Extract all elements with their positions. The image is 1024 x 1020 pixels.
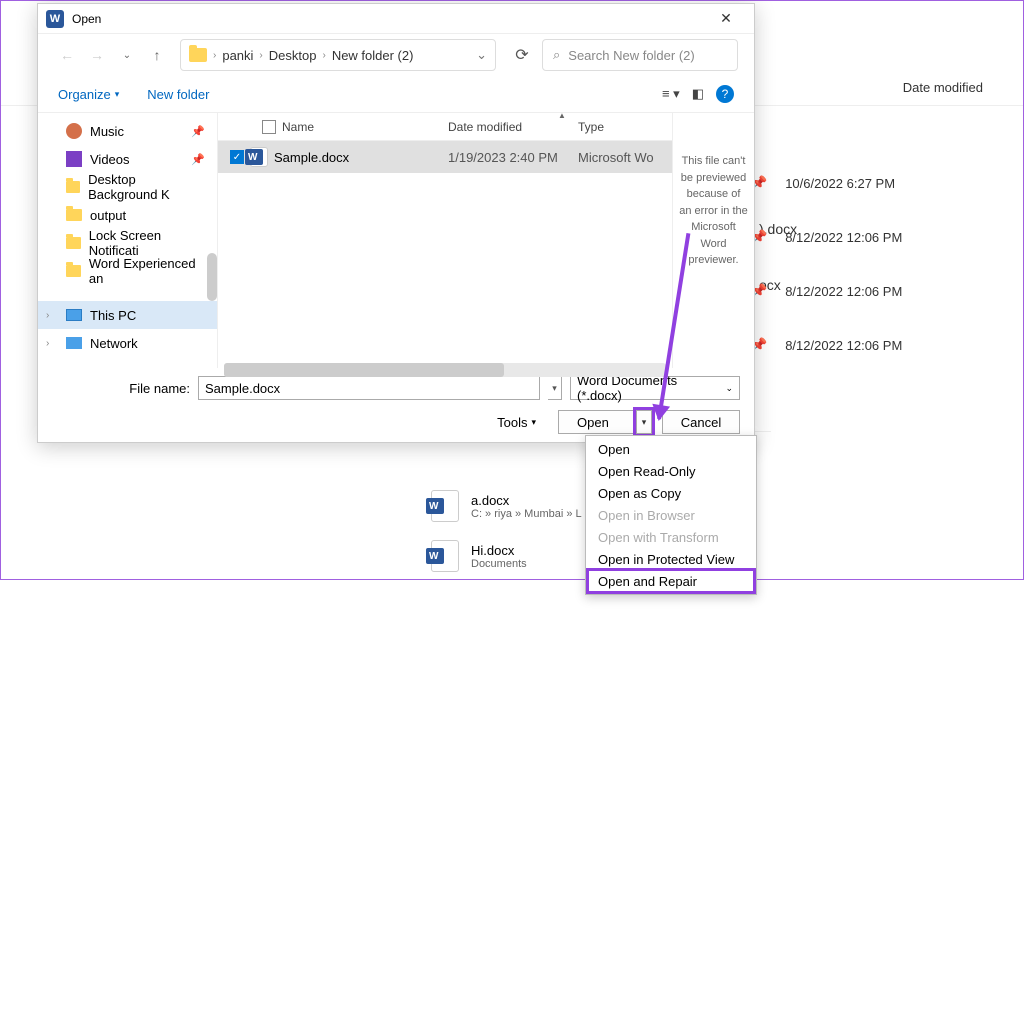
dd-open-readonly[interactable]: Open Read-Only bbox=[588, 460, 754, 482]
folder-icon bbox=[66, 181, 80, 193]
sidebar-item-folder[interactable]: Desktop Background K bbox=[38, 173, 217, 201]
dd-open[interactable]: Open bbox=[588, 438, 754, 460]
sidebar-item-videos[interactable]: Videos📌 bbox=[38, 145, 217, 173]
chevron-down-icon[interactable]: ⌄ bbox=[476, 47, 487, 63]
file-list: ▲ Name Date modified Type ✓ Sample.docx … bbox=[218, 113, 672, 368]
search-input[interactable]: ⌕ Search New folder (2) bbox=[542, 39, 738, 71]
select-all-checkbox[interactable] bbox=[262, 120, 276, 134]
cancel-button[interactable]: Cancel bbox=[662, 410, 740, 434]
video-icon bbox=[66, 151, 82, 167]
back-button[interactable]: ← bbox=[54, 42, 80, 68]
dd-open-browser: Open in Browser bbox=[588, 504, 754, 526]
folder-icon bbox=[66, 237, 81, 249]
nav-bar: ← → ⌄ ↑ › panki › Desktop › New folder (… bbox=[38, 34, 754, 76]
pc-icon bbox=[66, 309, 82, 321]
up-button[interactable]: ↑ bbox=[144, 42, 170, 68]
open-dropdown-menu: Open Open Read-Only Open as Copy Open in… bbox=[585, 435, 757, 595]
organize-menu[interactable]: Organize▾ bbox=[58, 87, 119, 102]
pin-icon: 📌 bbox=[191, 153, 205, 166]
scrollbar[interactable] bbox=[207, 253, 217, 301]
preview-pane-icon[interactable]: ◧ bbox=[692, 86, 704, 102]
sidebar-item-folder[interactable]: Word Experienced an bbox=[38, 257, 217, 285]
folder-icon bbox=[189, 48, 207, 62]
dd-open-transform: Open with Transform bbox=[588, 526, 754, 548]
folder-icon bbox=[66, 209, 82, 221]
recent-dropdown[interactable]: ⌄ bbox=[114, 42, 140, 68]
filename-input[interactable] bbox=[198, 376, 540, 400]
bg-file-dates: 📌10/6/2022 6:27 PM 📌8/12/2022 12:06 PM 📌… bbox=[751, 156, 1011, 372]
word-logo-icon: W bbox=[46, 10, 64, 28]
sidebar-item-folder[interactable]: output bbox=[38, 201, 217, 229]
open-button[interactable]: Open bbox=[558, 410, 636, 434]
dd-open-repair[interactable]: Open and Repair bbox=[588, 570, 754, 592]
file-checkbox[interactable]: ✓ bbox=[230, 150, 244, 164]
sidebar-item-music[interactable]: Music📌 bbox=[38, 117, 217, 145]
network-icon bbox=[66, 337, 82, 349]
open-dialog: W Open ✕ ← → ⌄ ↑ › panki › Desktop › New… bbox=[37, 3, 755, 443]
dd-open-copy[interactable]: Open as Copy bbox=[588, 482, 754, 504]
view-list-icon[interactable]: ≡ ▾ bbox=[662, 86, 680, 102]
filename-history-dropdown[interactable]: ▾ bbox=[548, 376, 562, 400]
word-file-icon bbox=[431, 540, 459, 572]
new-folder-button[interactable]: New folder bbox=[147, 87, 209, 102]
sidebar-item-network[interactable]: ›Network bbox=[38, 329, 217, 357]
column-headers[interactable]: ▲ Name Date modified Type bbox=[218, 113, 672, 141]
dialog-title: Open bbox=[72, 12, 706, 26]
help-icon[interactable]: ? bbox=[716, 85, 734, 103]
horizontal-scrollbar[interactable] bbox=[224, 363, 666, 377]
address-bar[interactable]: › panki › Desktop › New folder (2) ⌄ bbox=[180, 39, 496, 71]
word-file-icon bbox=[250, 147, 268, 167]
sort-indicator-icon: ▲ bbox=[558, 111, 566, 120]
sidebar-item-folder[interactable]: Lock Screen Notificati bbox=[38, 229, 217, 257]
pin-icon: 📌 bbox=[191, 125, 205, 138]
filetype-select[interactable]: Word Documents (*.docx)⌄ bbox=[570, 376, 740, 400]
search-icon: ⌕ bbox=[553, 47, 560, 63]
refresh-button[interactable]: ⟳ bbox=[506, 45, 538, 65]
close-button[interactable]: ✕ bbox=[706, 10, 746, 27]
word-file-icon bbox=[431, 490, 459, 522]
filename-label: File name: bbox=[52, 381, 190, 396]
sidebar-item-thispc[interactable]: ›This PC bbox=[38, 301, 217, 329]
sidebar: Music📌 Videos📌 Desktop Background K outp… bbox=[38, 113, 218, 368]
folder-icon bbox=[66, 265, 81, 277]
music-icon bbox=[66, 123, 82, 139]
titlebar[interactable]: W Open ✕ bbox=[38, 4, 754, 34]
chevron-right-icon[interactable]: › bbox=[46, 338, 49, 349]
dialog-footer: File name: ▾ Word Documents (*.docx)⌄ To… bbox=[38, 368, 754, 442]
file-row[interactable]: ✓ Sample.docx 1/19/2023 2:40 PM Microsof… bbox=[218, 141, 672, 173]
dd-open-protected[interactable]: Open in Protected View bbox=[588, 548, 754, 570]
chevron-right-icon[interactable]: › bbox=[46, 310, 49, 321]
toolbar: Organize▾ New folder ≡ ▾ ◧ ? bbox=[38, 76, 754, 112]
forward-button[interactable]: → bbox=[84, 42, 110, 68]
tools-menu[interactable]: Tools▾ bbox=[497, 415, 536, 430]
